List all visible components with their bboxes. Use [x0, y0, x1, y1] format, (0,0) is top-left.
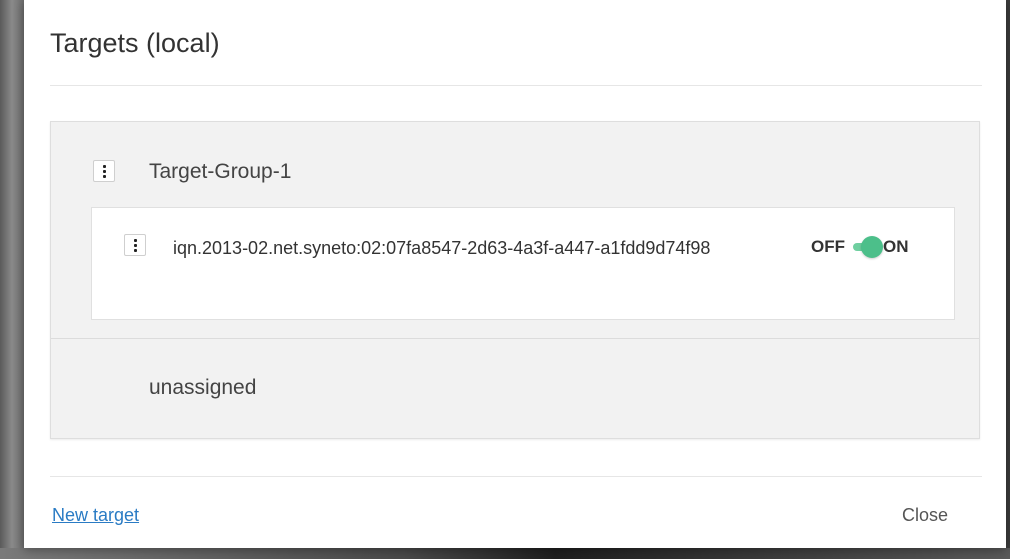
- section-divider: [51, 338, 979, 339]
- target-card: iqn.2013-02.net.syneto:02:07fa8547-2d63-…: [91, 207, 955, 320]
- target-groups-panel: Target-Group-1 iqn.2013-02.net.syneto:02…: [50, 121, 980, 439]
- group-name: Target-Group-1: [149, 160, 292, 183]
- toggle-thumb: [861, 236, 883, 258]
- target-enable-toggle: OFF ON: [811, 236, 909, 258]
- group-menu-button[interactable]: [93, 160, 115, 182]
- close-button[interactable]: Close: [902, 505, 948, 526]
- footer-divider: [50, 476, 982, 477]
- kebab-menu-icon: [102, 164, 106, 178]
- target-iqn: iqn.2013-02.net.syneto:02:07fa8547-2d63-…: [173, 238, 711, 258]
- dialog-header: Targets (local): [24, 0, 1006, 86]
- target-menu-button[interactable]: [124, 234, 146, 256]
- targets-dialog: Targets (local) Target-Group-1 iqn.2013-…: [24, 0, 1006, 548]
- toggle-switch[interactable]: [851, 236, 883, 258]
- dialog-title: Targets (local): [50, 28, 220, 58]
- target-group: Target-Group-1 iqn.2013-02.net.syneto:02…: [51, 122, 979, 338]
- toggle-off-label: OFF: [811, 237, 845, 256]
- header-divider: [50, 85, 982, 86]
- kebab-menu-icon: [133, 238, 137, 252]
- new-target-link[interactable]: New target: [52, 505, 139, 526]
- unassigned-group-label: unassigned: [149, 376, 257, 399]
- toggle-on-label: ON: [883, 237, 909, 256]
- page-backdrop-bottom: [0, 548, 1010, 559]
